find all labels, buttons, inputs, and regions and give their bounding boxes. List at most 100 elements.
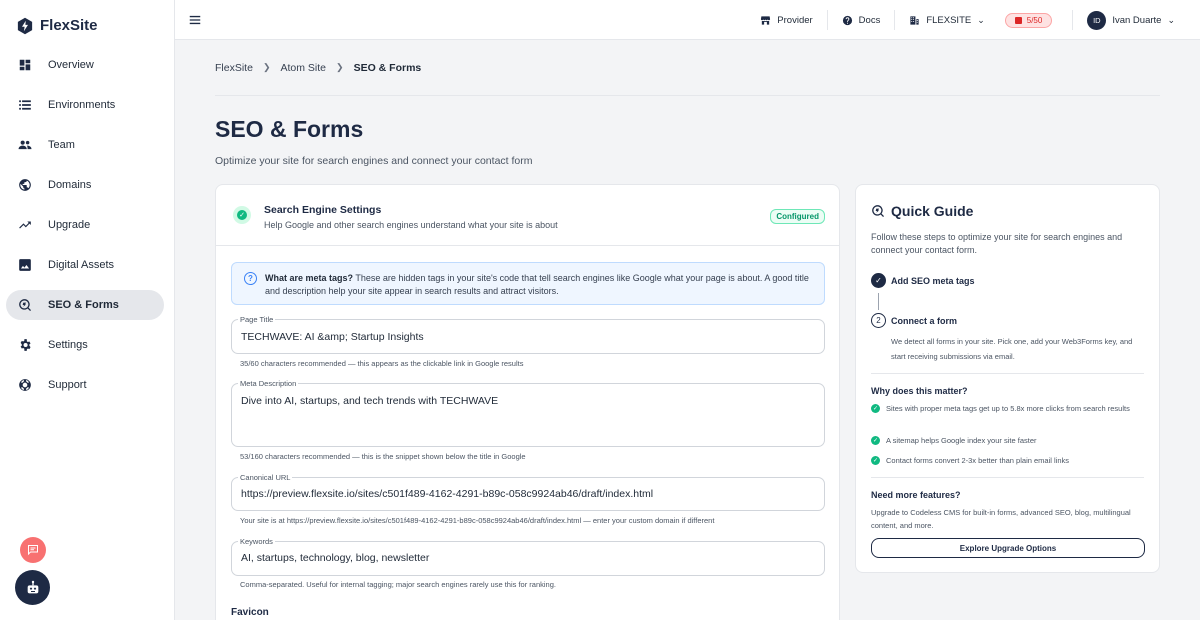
check-icon: ✓ [871,404,880,413]
sidebar-item-label: Upgrade [48,219,91,231]
main-content: FlexSite ❯ Atom Site ❯ SEO & Forms SEO &… [215,40,1160,620]
breadcrumb-current: SEO & Forms [353,61,422,74]
divider [871,373,1144,374]
field-label: Page Title [238,315,276,324]
sidebar-item-environments[interactable]: Environments [6,90,164,120]
chevron-right-icon: ❯ [336,62,344,72]
help-icon: ? [244,272,257,285]
usage-badge[interactable]: 5/50 [1004,12,1053,28]
list-icon [18,98,32,112]
field-value: Dive into AI, startups, and tech trends … [241,395,499,407]
avatar: ID [1087,10,1107,30]
sidebar-item-label: Team [48,139,75,151]
sidebar-item-label: Settings [48,339,88,351]
more-features-heading: Need more features? [871,490,961,500]
dashboard-icon [18,58,32,72]
sidebar-item-label: Overview [48,59,94,71]
usage-icon [1014,16,1022,24]
keywords-field[interactable]: Keywords AI, startups, technology, blog,… [231,537,825,576]
gear-icon [18,338,32,352]
chevron-down-icon: ⌄ [1167,14,1175,25]
guide-title: Quick Guide [891,203,974,219]
trending-up-icon [18,218,32,232]
docs-button[interactable]: Docs [828,10,895,30]
chevron-right-icon: ❯ [262,62,271,72]
storefront-icon [761,15,771,25]
sidebar-item-overview[interactable]: Overview [6,50,164,80]
page-title: SEO & Forms [215,116,364,142]
sidebar-item-label: Environments [48,99,116,111]
sidebar-item-label: Domains [48,179,92,191]
upgrade-text: Upgrade to Codeless CMS for built-in for… [871,508,1131,530]
info-text: What are meta tags? These are hidden tag… [265,272,820,298]
sidebar-item-label: Digital Assets [48,259,115,271]
benefit-text: Contact forms convert 2-3x better than p… [886,456,1069,465]
breadcrumb: FlexSite ❯ Atom Site ❯ SEO & Forms [215,40,1160,96]
sidebar-item-label: Support [48,379,87,391]
sidebar-item-team[interactable]: Team [6,130,164,160]
workspace-selector[interactable]: FLEXSITE ⌄ [895,10,998,30]
field-label: Meta Description [238,379,299,388]
provider-button[interactable]: Provider [746,10,826,30]
field-value: https://preview.flexsite.io/sites/c501f4… [241,488,654,500]
robot-icon [27,580,38,593]
sidebar-item-label: SEO & Forms [48,299,119,311]
card-header[interactable]: ✓ Search Engine Settings Help Google and… [216,185,839,246]
field-hint: Your site is at https://preview.flexsite… [240,516,715,525]
field-hint: Comma-separated. Useful for internal tag… [240,580,556,589]
breadcrumb-item[interactable]: FlexSite [215,62,253,74]
divider [871,477,1144,478]
brand[interactable]: FlexSite [0,0,174,40]
provider-label: Provider [777,14,813,26]
globe-icon [18,178,32,192]
canonical-url-field[interactable]: Canonical URL https://preview.flexsite.i… [231,473,825,511]
top-bar-actions: Provider Docs FLEXSITE ⌄ 5/50 ID Ivan Du… [746,0,1175,40]
sidebar-item-upgrade[interactable]: Upgrade [6,210,164,240]
why-heading: Why does this matter? [871,386,968,396]
sidebar-item-support[interactable]: Support [6,370,164,400]
card-title: Search Engine Settings [264,204,382,216]
check-icon: ✓ [871,456,880,465]
guide-header: Quick Guide [871,203,973,219]
breadcrumb-item[interactable]: Atom Site [280,62,326,74]
step-title[interactable]: Add SEO meta tags [891,276,975,286]
sidebar-item-settings[interactable]: Settings [6,330,164,360]
guide-intro: Follow these steps to optimize your site… [871,232,1123,255]
card-description: Help Google and other search engines und… [264,220,558,230]
step-title[interactable]: Connect a form [891,316,957,326]
favicon-label: Favicon [231,607,269,618]
step-number-icon: 2 [871,313,886,328]
hamburger-menu-icon[interactable] [188,13,202,27]
people-icon [18,138,32,152]
field-label: Keywords [238,537,275,546]
sidebar-item-digital-assets[interactable]: Digital Assets [6,250,164,280]
workspace-label: FLEXSITE [926,14,972,26]
chat-icon [28,545,38,556]
sidebar-item-seo-forms[interactable]: SEO & Forms [6,290,164,320]
benefit-item: ✓ Contact forms convert 2-3x better than… [871,455,1146,467]
meta-description-field[interactable]: Meta Description Dive into AI, startups,… [231,379,825,447]
docs-label: Docs [858,14,881,26]
sidebar-nav: Overview Environments Team Domains Upgra… [0,50,174,400]
benefit-text: A sitemap helps Google index your site f… [886,436,1037,445]
explore-upgrade-button[interactable]: Explore Upgrade Options [871,538,1145,558]
assistant-button[interactable] [15,570,50,605]
user-menu[interactable]: ID Ivan Duarte ⌄ [1073,10,1175,30]
page-title-field[interactable]: Page Title TECHWAVE: AI &amp; Startup In… [231,315,825,354]
sidebar-item-domains[interactable]: Domains [6,170,164,200]
chevron-down-icon: ⌄ [977,14,985,25]
page-subtitle: Optimize your site for search engines an… [215,155,533,167]
field-hint: 35/60 characters recommended — this appe… [240,359,524,368]
info-callout: ? What are meta tags? These are hidden t… [231,262,825,305]
top-bar: Provider Docs FLEXSITE ⌄ 5/50 ID Ivan Du… [175,0,1200,40]
help-circle-icon [842,15,852,25]
check-circle-icon: ✓ [233,206,251,224]
image-icon [18,258,32,272]
field-value: TECHWAVE: AI &amp; Startup Insights [241,331,424,343]
check-icon: ✓ [871,436,880,445]
step-description: We detect all forms in your site. Pick o… [891,337,1133,361]
status-badge: Configured [770,209,825,224]
benefit-item: ✓ Sites with proper meta tags get up to … [871,403,1146,415]
feedback-button[interactable] [20,537,46,563]
step-connector [878,293,879,310]
